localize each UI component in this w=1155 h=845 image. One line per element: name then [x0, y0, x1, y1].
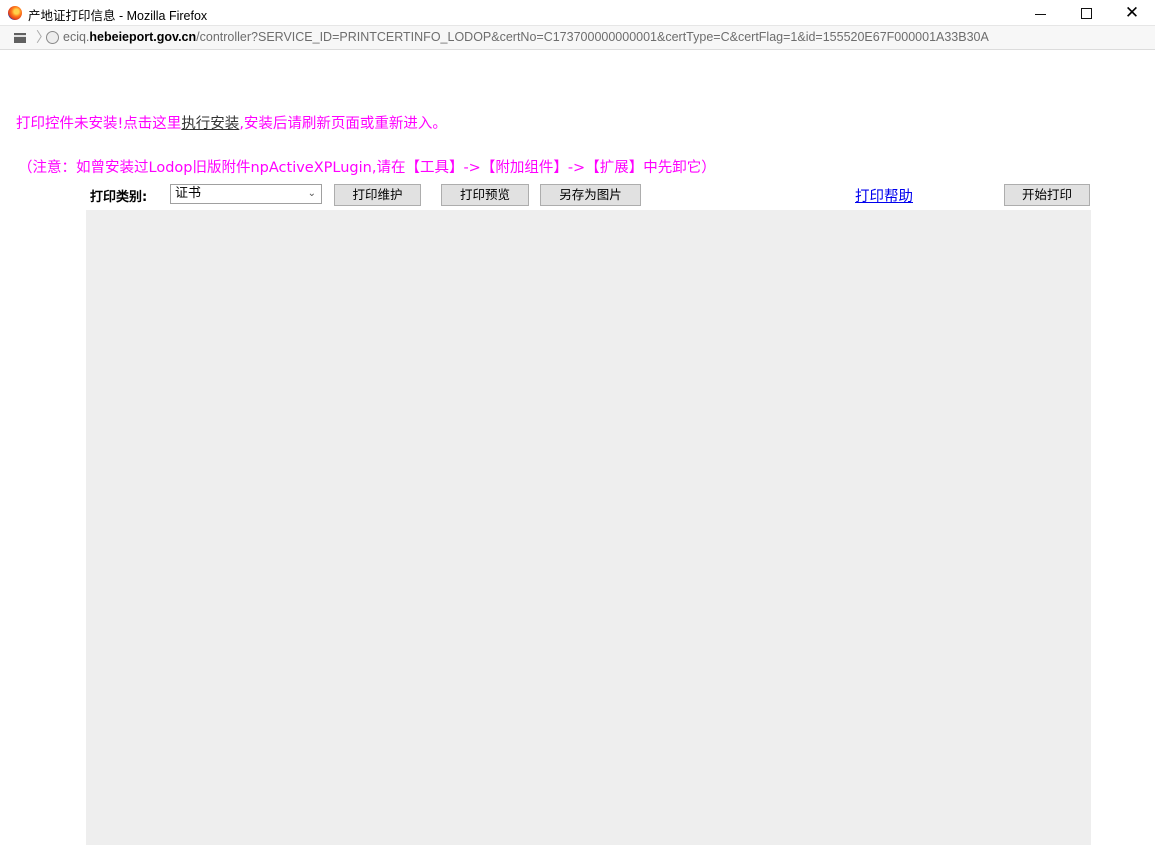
window-titlebar: 产地证打印信息 - Mozilla Firefox ✕ — [0, 0, 1155, 26]
print-preview-button[interactable]: 打印预览 — [441, 184, 529, 206]
print-preview-area — [86, 210, 1091, 845]
globe-icon — [46, 31, 59, 44]
save-as-image-button[interactable]: 另存为图片 — [540, 184, 641, 206]
address-bar[interactable]: 〉 eciq.hebeieport.gov.cn/controller?SERV… — [0, 26, 1155, 50]
url-text[interactable]: eciq.hebeieport.gov.cn/controller?SERVIC… — [63, 30, 1153, 44]
url-prefix: eciq. — [63, 30, 90, 44]
install-notice-text: 打印控件未安装!点击这里 — [16, 116, 182, 132]
firefox-icon — [8, 6, 22, 20]
print-help-link[interactable]: 打印帮助 — [855, 185, 913, 206]
close-button[interactable]: ✕ — [1109, 0, 1155, 26]
window-title: 产地证打印信息 - Mozilla Firefox — [28, 9, 208, 23]
page-actions-button[interactable] — [6, 30, 34, 46]
print-maintain-button[interactable]: 打印维护 — [334, 184, 421, 206]
close-icon: ✕ — [1124, 2, 1140, 23]
install-notice: 打印控件未安装!点击这里执行安装,安装后请刷新页面或重新进入。 — [16, 112, 447, 133]
print-type-value: 证书 — [175, 186, 202, 201]
print-type-select[interactable]: 证书 ⌄ — [170, 184, 322, 204]
minimize-button[interactable] — [1017, 0, 1063, 26]
uninstall-note: （注意：如曾安装过Lodop旧版附件npActiveXPLugin,请在【工具】… — [18, 160, 716, 176]
install-link[interactable]: 执行安装 — [181, 116, 239, 132]
minimize-icon — [1034, 13, 1046, 15]
maximize-icon — [1080, 7, 1092, 19]
chevron-down-icon: ⌄ — [307, 188, 316, 199]
separator: 〉 — [36, 30, 50, 46]
install-notice-tail: ,安装后请刷新页面或重新进入。 — [239, 116, 447, 132]
maximize-button[interactable] — [1063, 0, 1109, 26]
print-type-label: 打印类别: — [90, 190, 148, 205]
url-path: /controller?SERVICE_ID=PRINTCERTINFO_LOD… — [196, 30, 989, 44]
page-icon — [14, 33, 26, 43]
url-domain: hebeieport.gov.cn — [89, 30, 197, 44]
start-print-button[interactable]: 开始打印 — [1004, 184, 1090, 206]
